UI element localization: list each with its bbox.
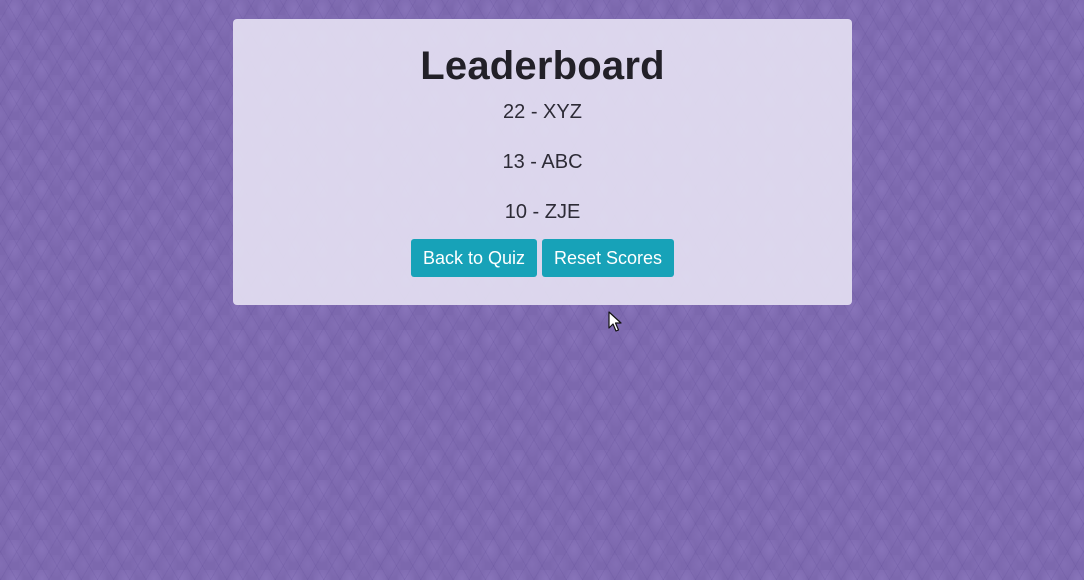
back-to-quiz-button[interactable]: Back to Quiz	[410, 239, 537, 277]
mouse-pointer-icon	[608, 311, 622, 332]
score-entry: 13 - ABC	[502, 151, 583, 173]
page-title: Leaderboard	[420, 44, 665, 88]
score-entry: 22 - XYZ	[503, 101, 582, 123]
leaderboard-panel: Leaderboard 22 - XYZ 13 - ABC 10 - ZJE B…	[233, 19, 852, 305]
action-buttons: Back to Quiz Reset Scores	[233, 239, 852, 277]
reset-scores-button[interactable]: Reset Scores	[542, 239, 675, 277]
score-list: 22 - XYZ 13 - ABC 10 - ZJE	[233, 87, 852, 237]
score-entry: 10 - ZJE	[504, 201, 581, 223]
